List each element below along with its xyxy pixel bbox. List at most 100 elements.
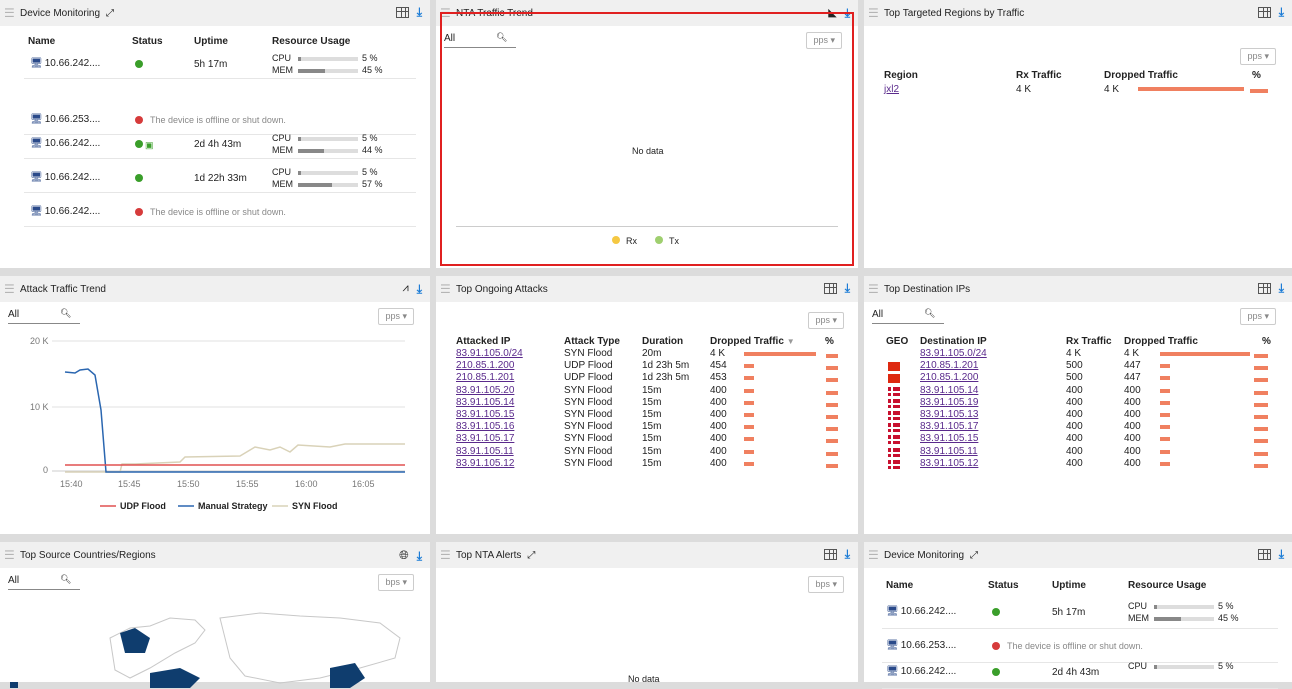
dropped-bar [744, 425, 754, 430]
pct-bar [826, 354, 838, 358]
drag-handle-icon[interactable]: ☰ [4, 548, 16, 562]
attacked-ip-link[interactable]: 83.91.105.17 [456, 433, 514, 444]
region-link[interactable]: jxl2 [884, 84, 899, 95]
legend-udp[interactable]: UDP Flood [120, 501, 166, 511]
pct-bar [1254, 354, 1268, 358]
device-name[interactable]: 🖥︎ 10.66.242.... [886, 606, 956, 617]
destination-ip-link[interactable]: 83.91.105.15 [920, 433, 978, 444]
destination-ip-link[interactable]: 83.91.105.0/24 [920, 348, 987, 359]
table-view-icon[interactable] [1257, 282, 1271, 294]
flag-cn-icon [888, 374, 900, 384]
device-ip: 10.66.253.... [44, 114, 101, 125]
duration: 15m [642, 445, 662, 457]
attacked-ip-link[interactable]: 210.85.1.200 [456, 360, 514, 371]
panel-header: ☰ Top NTA Alerts ⤢ ⤓ [436, 542, 858, 568]
device-name[interactable]: 🖥︎ 10.66.242.... [30, 172, 100, 183]
download-icon[interactable]: ⤓ [1279, 282, 1284, 294]
panel-header: ☰ Top Ongoing Attacks ⤓ [436, 276, 858, 302]
filter-input[interactable]: All 🔍︎ [8, 308, 80, 324]
expand-icon[interactable]: ⤢ [527, 550, 535, 561]
panel-title: Top Source Countries/Regions [20, 549, 156, 561]
mem-value: 45 % [1218, 613, 1239, 623]
cpu-value: 5 % [1218, 601, 1234, 611]
unit-select[interactable]: pps ▾ [1240, 48, 1276, 65]
line-chart-icon[interactable]: ⩘ [402, 282, 408, 295]
attacked-ip-link[interactable]: 83.91.105.12 [456, 458, 514, 469]
device-name[interactable]: 🖥︎ 10.66.242.... [30, 138, 100, 149]
download-icon[interactable]: ⤓ [1279, 548, 1284, 560]
pct-bar [826, 390, 838, 395]
destination-ip-link[interactable]: 83.91.105.19 [920, 397, 978, 408]
unit-select[interactable]: pps ▾ [1240, 308, 1276, 325]
unit-select[interactable]: bps ▾ [378, 574, 414, 591]
filter-input[interactable]: All 🔍︎ [872, 308, 944, 324]
device-name[interactable]: 🖥︎ 10.66.242.... [886, 666, 956, 677]
offline-message: The device is offline or shut down. [150, 115, 286, 125]
device-name[interactable]: 🖥︎ 10.66.242.... [30, 206, 100, 217]
xtick: 15:50 [177, 479, 200, 489]
legend-syn[interactable]: SYN Flood [292, 501, 338, 511]
rx-traffic: 400 [1066, 409, 1083, 420]
dropped-bar [1160, 376, 1170, 381]
device-name[interactable]: 🖥︎ 10.66.253.... [886, 640, 956, 651]
attacked-ip-link[interactable]: 83.91.105.14 [456, 397, 514, 408]
table-view-icon[interactable] [823, 548, 837, 560]
table-view-icon[interactable] [1257, 548, 1271, 560]
legend-manual[interactable]: Manual Strategy [198, 501, 268, 511]
download-icon[interactable]: ⤓ [417, 283, 422, 295]
download-icon[interactable]: ⤓ [845, 548, 850, 560]
destination-ip-link[interactable]: 83.91.105.12 [920, 458, 978, 469]
dropped-bar [1160, 352, 1250, 356]
col-dropped[interactable]: Dropped Traffic ▼ [710, 336, 795, 347]
dropped-traffic: 400 [1124, 457, 1141, 469]
rx-traffic: 400 [1066, 433, 1083, 445]
unit-select[interactable]: bps ▾ [808, 576, 844, 593]
cpu-label: CPU [272, 133, 292, 143]
uptime: 2d 4h 43m [1052, 667, 1100, 678]
table-view-icon[interactable] [395, 6, 409, 18]
attack-type: UDP Flood [564, 372, 613, 384]
attacked-ip-link[interactable]: 83.91.105.16 [456, 421, 514, 432]
expand-icon[interactable]: ⤢ [970, 550, 978, 561]
controls: All 🔍︎ pps ▾ [8, 308, 422, 328]
monitor-icon: 🖥︎ [886, 666, 899, 677]
expand-icon[interactable]: ⤢ [106, 8, 114, 19]
attacked-ip-link[interactable]: 83.91.105.11 [456, 446, 514, 457]
download-icon[interactable]: ⤓ [417, 550, 422, 562]
destination-ip-link[interactable]: 83.91.105.13 [920, 409, 978, 420]
pct-bar [1254, 427, 1268, 432]
destination-ip-link[interactable]: 83.91.105.14 [920, 385, 978, 396]
attacked-ip-link[interactable]: 83.91.105.15 [456, 409, 514, 420]
download-icon[interactable]: ⤓ [845, 282, 850, 294]
unit-select[interactable]: pps ▾ [378, 308, 414, 325]
drag-handle-icon[interactable]: ☰ [868, 548, 880, 562]
attack-type: SYN Flood [564, 421, 613, 433]
destination-ip-link[interactable]: 210.85.1.201 [920, 360, 978, 371]
globe-icon[interactable]: 🌐︎ [399, 548, 409, 563]
drag-handle-icon[interactable]: ☰ [868, 282, 880, 296]
unit-select[interactable]: pps ▾ [808, 312, 844, 329]
drag-handle-icon[interactable]: ☰ [4, 6, 16, 20]
device-name[interactable]: 🖥︎ 10.66.253.... [30, 114, 100, 125]
drag-handle-icon[interactable]: ☰ [440, 548, 452, 562]
table-view-icon[interactable] [1257, 6, 1271, 18]
attacked-ip-link[interactable]: 210.85.1.201 [456, 372, 514, 383]
drag-handle-icon[interactable]: ☰ [4, 282, 16, 296]
attacked-ip-link[interactable]: 83.91.105.0/24 [456, 348, 523, 359]
destination-ip-link[interactable]: 210.85.1.200 [920, 372, 978, 383]
destination-ip-link[interactable]: 83.91.105.17 [920, 421, 978, 432]
status-offline-icon [135, 116, 143, 124]
drag-handle-icon[interactable]: ☰ [440, 282, 452, 296]
drag-handle-icon[interactable]: ☰ [868, 6, 880, 20]
device-name[interactable]: 🖥︎ 10.66.242.... [30, 58, 100, 69]
table-view-icon[interactable] [823, 282, 837, 294]
destination-ip-link[interactable]: 83.91.105.11 [920, 446, 978, 457]
rx-traffic: 500 [1066, 360, 1083, 372]
download-icon[interactable]: ⤓ [1279, 6, 1284, 18]
attacked-ip-link[interactable]: 83.91.105.20 [456, 385, 514, 396]
col-status: Status [132, 36, 163, 47]
dropped-traffic: 400 [710, 421, 727, 433]
download-icon[interactable]: ⤓ [417, 6, 422, 18]
rx-traffic: 400 [1066, 445, 1083, 457]
filter-input[interactable]: All 🔍︎ [8, 574, 80, 590]
